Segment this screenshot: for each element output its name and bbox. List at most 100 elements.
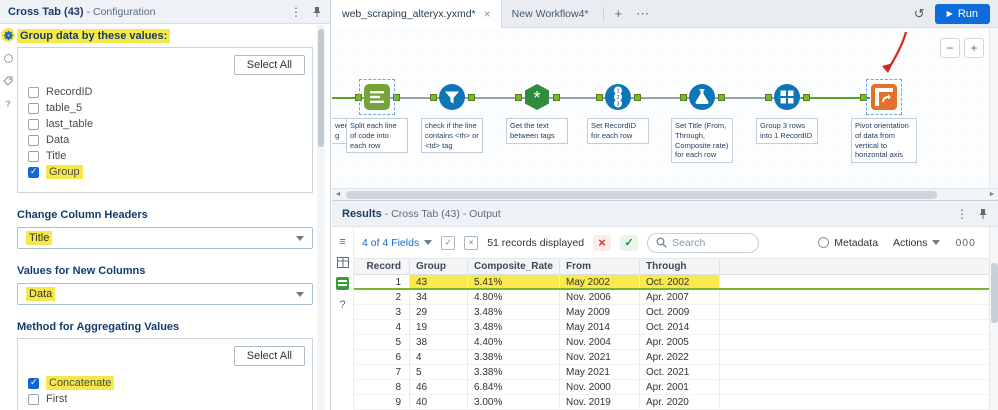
checkbox-row-first[interactable]: First xyxy=(28,391,304,407)
checkbox[interactable] xyxy=(28,118,39,130)
annotation-tag-icon[interactable] xyxy=(1,74,15,88)
cell-through[interactable]: Oct. 2014 xyxy=(640,320,720,334)
cell-record[interactable]: 4 xyxy=(354,320,410,334)
browse-view-icon[interactable] xyxy=(336,277,350,290)
checkbox-checked[interactable] xyxy=(28,166,39,178)
column-header-record[interactable]: Record xyxy=(354,259,410,274)
connection-anchor[interactable] xyxy=(355,94,362,101)
scrollbar-thumb[interactable] xyxy=(318,29,324,147)
results-vertical-scrollbar[interactable] xyxy=(989,227,998,410)
new-tab-button[interactable]: + xyxy=(608,6,630,21)
select-all-button[interactable]: Select All xyxy=(233,55,305,75)
cell-composite-rate[interactable]: 3.48% xyxy=(468,320,560,334)
cell-composite-rate[interactable]: 3.38% xyxy=(468,365,560,379)
cell-through[interactable]: Apr. 2001 xyxy=(640,380,720,394)
cell-group[interactable]: 38 xyxy=(410,335,468,349)
search-box[interactable] xyxy=(647,232,760,253)
connection-anchor[interactable] xyxy=(468,94,475,101)
cell-through[interactable]: Oct. 2002 xyxy=(640,275,720,288)
checkbox-row-group[interactable]: Group xyxy=(28,164,304,180)
tool-annotation[interactable]: Split each line of code into each row xyxy=(346,118,408,154)
table-row[interactable]: 4 19 3.48% May 2014 Oct. 2014 xyxy=(354,320,989,335)
cell-through[interactable]: Oct. 2009 xyxy=(640,305,720,319)
scrollbar-thumb[interactable] xyxy=(346,190,937,199)
cell-through[interactable]: Oct. 2021 xyxy=(640,365,720,379)
connection-anchor[interactable] xyxy=(765,94,772,101)
column-header-group[interactable]: Group xyxy=(410,259,468,274)
tool-annotation[interactable]: Set RecordID for each row xyxy=(587,118,649,144)
scrollbar-thumb[interactable] xyxy=(991,263,998,323)
tab-web-scraping-workflow[interactable]: web_scraping_alteryx.yxmd* × xyxy=(332,0,502,28)
cell-record[interactable]: 3 xyxy=(354,305,410,319)
connection-anchor[interactable] xyxy=(515,94,522,101)
connection-anchor[interactable] xyxy=(596,94,603,101)
checkbox-row-data[interactable]: Data xyxy=(28,132,304,148)
tool-formula[interactable] xyxy=(688,83,716,111)
table-row[interactable]: 6 4 3.38% Nov. 2021 Apr. 2022 xyxy=(354,350,989,365)
cell-record[interactable]: 8 xyxy=(354,380,410,394)
zoom-in-button[interactable]: + xyxy=(964,38,984,58)
column-header-composite-rate[interactable]: Composite_Rate xyxy=(468,259,560,274)
connection-anchor[interactable] xyxy=(680,94,687,101)
cell-composite-rate[interactable]: 6.84% xyxy=(468,380,560,394)
cell-group[interactable]: 40 xyxy=(410,395,468,409)
tool-text-to-columns[interactable] xyxy=(359,79,395,115)
new-columns-dropdown[interactable]: Data xyxy=(17,283,313,305)
connection-anchor[interactable] xyxy=(430,94,437,101)
cell-group[interactable]: 29 xyxy=(410,305,468,319)
zoom-out-button[interactable]: − xyxy=(940,38,960,58)
version-history-icon[interactable]: ↺ xyxy=(914,6,925,22)
table-row[interactable]: 8 46 6.84% Nov. 2000 Apr. 2001 xyxy=(354,380,989,395)
cell-composite-rate[interactable]: 3.48% xyxy=(468,305,560,319)
cell-record[interactable]: 6 xyxy=(354,350,410,364)
pin-icon[interactable] xyxy=(312,6,322,18)
tool-tile[interactable] xyxy=(773,83,801,111)
cell-group[interactable]: 46 xyxy=(410,380,468,394)
cell-from[interactable]: May 2014 xyxy=(560,320,640,334)
config-scrollbar[interactable] xyxy=(317,25,325,410)
checkbox[interactable] xyxy=(28,86,39,98)
cell-record[interactable]: 7 xyxy=(354,365,410,379)
connection-anchor[interactable] xyxy=(393,94,400,101)
ok-filter-icon[interactable]: ✓ xyxy=(620,234,639,251)
cell-record[interactable]: 9 xyxy=(354,395,410,409)
tool-filter[interactable] xyxy=(438,83,466,111)
kebab-menu-icon[interactable]: ⋮ xyxy=(956,207,968,221)
cell-composite-rate[interactable]: 3.00% xyxy=(468,395,560,409)
checkbox-checked[interactable] xyxy=(28,377,39,389)
cell-composite-rate[interactable]: 4.40% xyxy=(468,335,560,349)
close-icon[interactable]: × xyxy=(484,7,491,21)
tool-annotation[interactable]: check if the line contains <th> or <td> … xyxy=(421,118,483,154)
cell-record[interactable]: 5 xyxy=(354,335,410,349)
more-tabs-icon[interactable]: ⋯ xyxy=(629,6,656,22)
cell-record[interactable]: 2 xyxy=(354,290,410,304)
list-view-icon[interactable]: ≡ xyxy=(336,235,350,248)
checkbox[interactable] xyxy=(28,134,39,146)
table-row[interactable]: 2 34 4.80% Nov. 2006 Apr. 2007 xyxy=(354,290,989,305)
table-view-icon[interactable] xyxy=(336,256,350,269)
table-row[interactable]: 5 38 4.40% Nov. 2004 Apr. 2005 xyxy=(354,335,989,350)
canvas-horizontal-scrollbar[interactable]: ◄ ► xyxy=(332,188,998,200)
search-input[interactable] xyxy=(672,236,748,249)
help-icon[interactable]: ? xyxy=(1,97,15,111)
tab-new-workflow4[interactable]: New Workflow4* xyxy=(502,0,599,28)
checkbox-row-lasttable[interactable]: last_table xyxy=(28,116,304,132)
connection-anchor[interactable] xyxy=(860,94,867,101)
tool-record-id[interactable]: 123 xyxy=(604,83,632,111)
cell-through[interactable]: Apr. 2005 xyxy=(640,335,720,349)
radio-icon[interactable] xyxy=(818,237,830,248)
cell-from[interactable]: Nov. 2004 xyxy=(560,335,640,349)
connection-anchor[interactable] xyxy=(553,94,560,101)
checkbox[interactable] xyxy=(28,393,39,405)
cell-from[interactable]: Nov. 2006 xyxy=(560,290,640,304)
connection-anchor[interactable] xyxy=(803,94,810,101)
cell-from[interactable]: May 2009 xyxy=(560,305,640,319)
errors-filter-icon[interactable]: × xyxy=(593,234,612,251)
cell-through[interactable]: Apr. 2020 xyxy=(640,395,720,409)
tool-annotation[interactable]: Set Title (From, Through, Composite rate… xyxy=(671,118,733,163)
connection-anchor[interactable] xyxy=(634,94,641,101)
cell-group[interactable]: 43 xyxy=(410,275,468,288)
column-header-through[interactable]: Through xyxy=(640,259,720,274)
connection-anchor[interactable] xyxy=(718,94,725,101)
cell-composite-rate[interactable]: 4.80% xyxy=(468,290,560,304)
